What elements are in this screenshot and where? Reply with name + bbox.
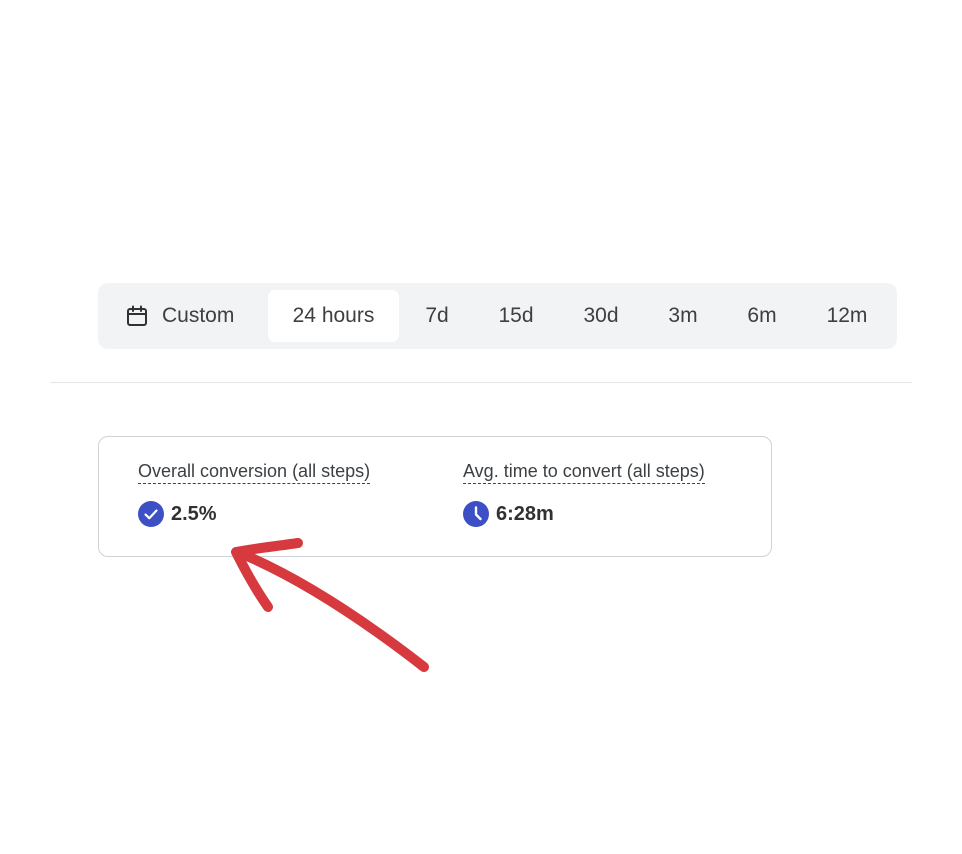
custom-range-button[interactable]: Custom bbox=[116, 290, 266, 342]
avg-time-to-convert-value: 6:28m bbox=[496, 502, 554, 525]
clock-icon bbox=[463, 501, 489, 527]
calendar-icon bbox=[127, 305, 147, 326]
overall-conversion-value-row: 2.5% bbox=[138, 501, 370, 527]
avg-time-to-convert-value-row: 6:28m bbox=[463, 501, 705, 527]
red-annotation-arrow bbox=[231, 538, 429, 672]
section-divider bbox=[50, 382, 912, 383]
overall-conversion-stat: Overall conversion (all steps) 2.5% bbox=[138, 461, 371, 527]
range-24-hours-tab[interactable]: 24 hours bbox=[268, 290, 399, 342]
custom-range-label: Custom bbox=[162, 304, 235, 327]
check-circle-icon bbox=[138, 501, 164, 527]
range-12m-tab[interactable]: 12m bbox=[812, 290, 882, 342]
overall-conversion-value: 2.5% bbox=[171, 502, 217, 525]
range-6m-tab[interactable]: 6m bbox=[734, 290, 790, 342]
range-15d-tab[interactable]: 15d bbox=[486, 290, 546, 342]
date-range-selector: Custom 24 hours 7d 15d 30d 3m 6m 12m bbox=[98, 283, 897, 349]
range-30d-tab[interactable]: 30d bbox=[571, 290, 631, 342]
avg-time-to-convert-stat: Avg. time to convert (all steps) 6:28m bbox=[463, 461, 705, 527]
range-7d-tab[interactable]: 7d bbox=[410, 290, 464, 342]
range-3m-tab[interactable]: 3m bbox=[656, 290, 710, 342]
conversion-stats-card: Overall conversion (all steps) 2.5% Avg.… bbox=[98, 436, 772, 557]
overall-conversion-label[interactable]: Overall conversion (all steps) bbox=[138, 461, 371, 484]
avg-time-to-convert-label[interactable]: Avg. time to convert (all steps) bbox=[463, 461, 705, 484]
page: Custom 24 hours 7d 15d 30d 3m 6m 12m Ove… bbox=[0, 0, 962, 854]
